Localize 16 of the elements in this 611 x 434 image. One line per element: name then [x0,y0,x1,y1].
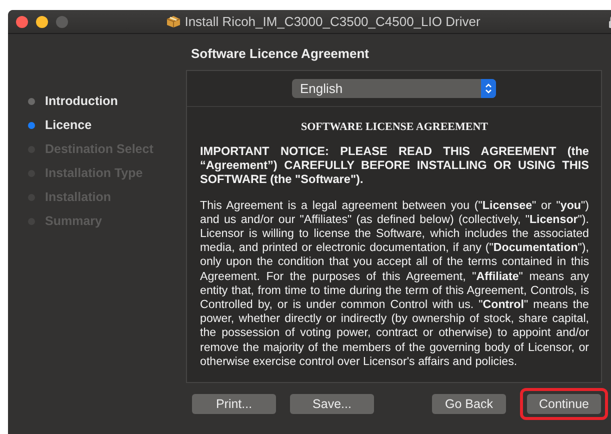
language-popup[interactable]: English [292,79,496,98]
document-title: SOFTWARE LICENSE AGREEMENT [300,121,490,133]
save-button[interactable]: Save... [290,394,374,414]
agreement-paragraph: This Agreement is a legal agreement between you ("Licensee" or "you") and us and/or our "Affiliates" (as defined below) (collectively, "Licensor"). Licensor is willing to license the Software, which includes the associated media, and printed or electronic documentation, if any ("Documentation"), only upon the condition that you accept all of the terms contained in this Agreement. For the purposes of this Agreement, "Affiliate" means any entity that, from time to time during the term of this Agreement, Controls, is Controlled by, or is under common Control with us. "Control" means the power, whether directly or indirectly (by ownership of stock, share capital, the possession of voting power, contract or otherwise) to appoint and/or remove the majority of the members of the governing body of Licensor, or otherwise exercise control over Licensor's affairs and policies. [200,198,589,370]
step-label: Licence [45,118,92,132]
close-button[interactable] [16,16,28,28]
minimize-button[interactable] [36,16,48,28]
step-label: Introduction [45,94,118,108]
agreement-paragraph: IMPORTANT NOTICE: PLEASE READ THIS AGREEMENT (the “Agreement”) CAREFULLY BEFORE INSTALLING OR USING THIS SOFTWARE (the "Software"). [200,144,589,187]
go-back-button[interactable]: Go Back [432,394,506,414]
window-title: Install Ricoh_IM_C3000_C3500_C4500_LIO Driver [184,14,480,29]
page-heading: Software Licence Agreement [190,45,370,63]
package-icon [166,15,181,28]
chevron-icon [485,83,492,94]
continue-button[interactable]: Continue [527,394,601,414]
print-button[interactable]: Print... [192,394,276,414]
